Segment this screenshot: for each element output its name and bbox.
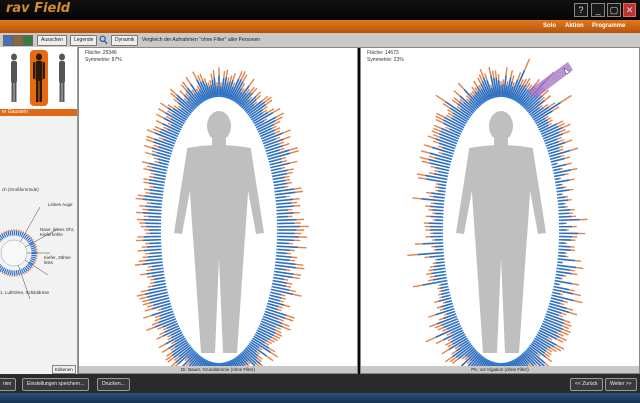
tool-icon-1[interactable] bbox=[3, 35, 13, 46]
left-panel: er Gaussen ch (Großhirnrinde) Linkes Aug… bbox=[0, 47, 78, 374]
meridian-label-3: Nase, linkes Ohr, Kieferhöhle bbox=[40, 227, 75, 237]
os-taskbar bbox=[0, 393, 640, 403]
search-icon[interactable] bbox=[99, 35, 108, 45]
tool-icon-2[interactable] bbox=[13, 35, 23, 46]
close-icon[interactable]: ✕ bbox=[623, 3, 636, 17]
app-title: rav Field bbox=[6, 1, 71, 16]
panel-caption-2: PK, vor Irigation (ohne Filter) bbox=[361, 366, 639, 373]
toolbar: Ausschen Legende Dynamik Vergleich der A… bbox=[0, 33, 640, 48]
next-button[interactable]: Weiter >> bbox=[605, 378, 637, 391]
hide-button[interactable]: Ausschen bbox=[37, 35, 67, 46]
minimize-icon[interactable]: _ bbox=[591, 3, 605, 17]
save-settings-button[interactable]: Einstellungen speichern... bbox=[22, 378, 90, 391]
menu-bar: Solo Aktion Programme bbox=[0, 20, 640, 33]
aura-panel-1[interactable]: Fläche: 25346 Symmetrie: 87% Dr. Bauer, … bbox=[78, 47, 358, 374]
cursor-beam bbox=[526, 62, 573, 98]
selected-figure[interactable] bbox=[30, 50, 48, 106]
title-bar: rav Field ? _ ▢ ✕ bbox=[0, 0, 640, 20]
meridian-label-2: Linkes Auge bbox=[48, 202, 73, 207]
panel-caption-1: Dr. Bauer, Grundstimme (ohne Filter) bbox=[79, 366, 357, 373]
left-cut-button[interactable]: rien bbox=[0, 378, 17, 391]
back-button[interactable]: << Zurück bbox=[570, 378, 603, 391]
tool-icon-3[interactable] bbox=[23, 35, 33, 46]
meridian-label-4: Kiefer, Zähne links bbox=[44, 255, 71, 265]
detail-button[interactable]: Edkenen bbox=[52, 365, 76, 374]
menu-item-aktion[interactable]: Aktion bbox=[565, 23, 584, 29]
restore-icon[interactable]: ▢ bbox=[607, 3, 621, 17]
toolbar-hint: Vergleich der Aufnahmen "ohne Filter" al… bbox=[142, 37, 261, 43]
aura-panel-2[interactable]: Fläche: 14673 Symmetrie: 23% PK, vor Iri… bbox=[360, 47, 640, 374]
meridian-label-1: ch (Großhirnrinde) bbox=[2, 187, 39, 192]
figure-strip bbox=[0, 47, 77, 109]
menu-item-programme[interactable]: Programme bbox=[592, 23, 625, 29]
bottom-bar: rien Einstellungen speichern... Drucken.… bbox=[0, 374, 640, 393]
dynamic-button[interactable]: Dynamik bbox=[111, 35, 139, 46]
help-icon[interactable]: ? bbox=[574, 3, 588, 17]
aura-image-2 bbox=[407, 58, 588, 368]
figure-strip-label: er Gaussen bbox=[0, 109, 77, 116]
print-button[interactable]: Drucken... bbox=[97, 378, 130, 391]
meridian-label-5: 1, Luftröhre, Schilddrüse bbox=[0, 290, 50, 295]
aura-image-1 bbox=[134, 67, 309, 368]
menu-item-solo[interactable]: Solo bbox=[543, 23, 556, 29]
legend-button[interactable]: Legende bbox=[70, 35, 98, 46]
